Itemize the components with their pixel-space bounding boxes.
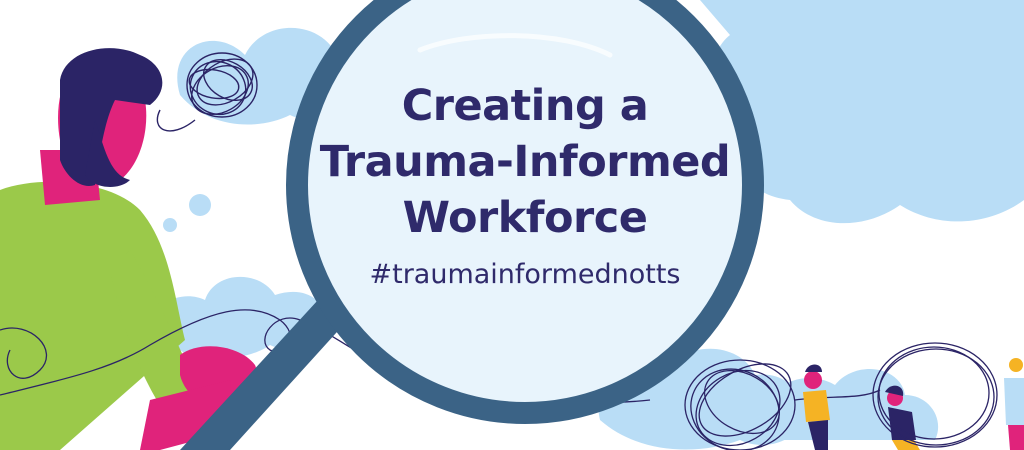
- headline-line-1: Creating a: [401, 81, 649, 131]
- banner: Creating a Trauma-Informed Workforce #tr…: [0, 0, 1024, 450]
- hashtag: #traumainformednotts: [369, 259, 681, 290]
- headline-line-2: Trauma-Informed: [319, 137, 731, 187]
- headline-line-3: Workforce: [402, 193, 648, 243]
- headline: Creating a Trauma-Informed Workforce: [300, 78, 750, 246]
